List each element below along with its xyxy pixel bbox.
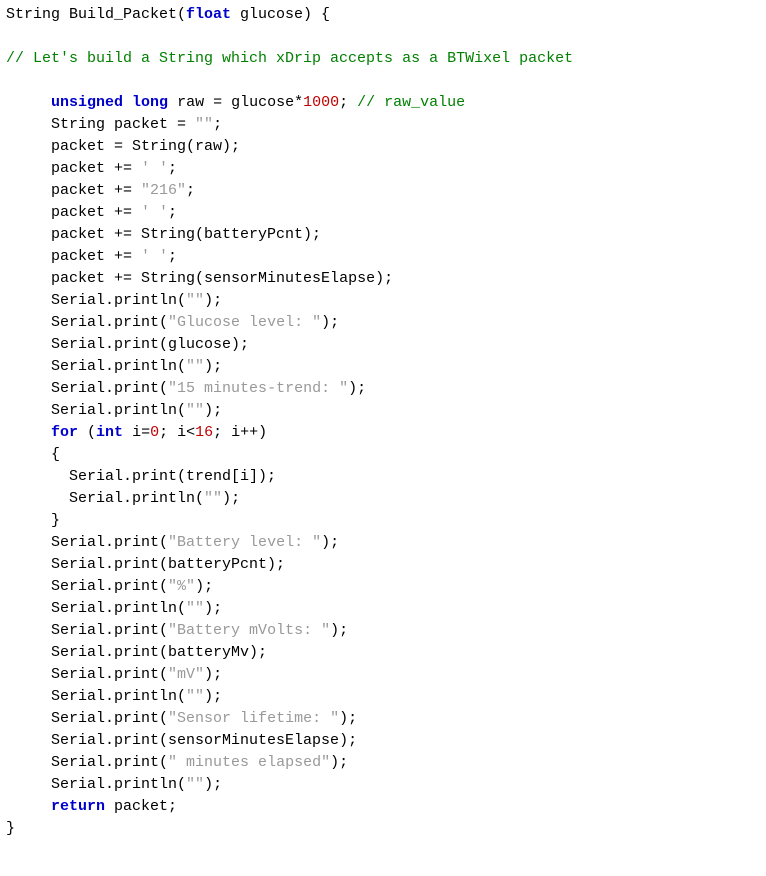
- code-text: Serial.println(: [51, 688, 186, 705]
- code-number: 1000: [303, 94, 339, 111]
- code-text: Serial.println(: [69, 490, 204, 507]
- code-text: );: [204, 688, 222, 705]
- code-text: ;: [168, 160, 177, 177]
- code-string: "": [186, 688, 204, 705]
- code-text: Serial.print(glucose);: [51, 336, 249, 353]
- code-text: );: [330, 754, 348, 771]
- code-string: "": [186, 292, 204, 309]
- code-text: Serial.print(: [51, 314, 168, 331]
- code-string: "": [186, 600, 204, 617]
- code-block: String Build_Packet(float glucose) { // …: [0, 0, 766, 844]
- code-text: Serial.println(: [51, 358, 186, 375]
- code-text: packet += String(sensorMinutesElapse);: [51, 270, 393, 287]
- code-string: "216": [141, 182, 186, 199]
- code-text: packet;: [105, 798, 177, 815]
- code-text: ; i++): [213, 424, 267, 441]
- code-keyword: return: [51, 798, 105, 815]
- code-text: ;: [168, 248, 177, 265]
- code-text: Serial.print(: [51, 534, 168, 551]
- code-string: "%": [168, 578, 195, 595]
- code-string: "": [186, 776, 204, 793]
- code-text: Serial.print(: [51, 754, 168, 771]
- code-string: ' ': [141, 160, 168, 177]
- code-text: );: [339, 710, 357, 727]
- code-text: ; i<: [159, 424, 195, 441]
- code-string: "Battery level: ": [168, 534, 321, 551]
- code-comment: // raw_value: [357, 94, 465, 111]
- code-keyword: long: [132, 94, 168, 111]
- code-text: );: [204, 600, 222, 617]
- code-string: " minutes elapsed": [168, 754, 330, 771]
- code-text: Serial.println(: [51, 776, 186, 793]
- code-keyword: unsigned: [51, 94, 123, 111]
- code-text: packet +=: [51, 160, 141, 177]
- code-text: Serial.print(batteryPcnt);: [51, 556, 285, 573]
- code-text: }: [6, 820, 15, 837]
- code-text: packet = String(raw);: [51, 138, 240, 155]
- code-text: );: [204, 292, 222, 309]
- code-text: }: [51, 512, 60, 529]
- code-text: Serial.println(: [51, 292, 186, 309]
- code-string: "mV": [168, 666, 204, 683]
- code-text: Serial.print(trend[i]);: [69, 468, 276, 485]
- code-text: );: [204, 776, 222, 793]
- code-comment: // Let's build a String which xDrip acce…: [6, 50, 573, 67]
- code-text: );: [222, 490, 240, 507]
- code-string: "15 minutes-trend: ": [168, 380, 348, 397]
- code-text: Serial.print(: [51, 622, 168, 639]
- code-keyword: float: [186, 6, 231, 23]
- code-text: ;: [186, 182, 195, 199]
- code-text: packet +=: [51, 248, 141, 265]
- code-text: ;: [213, 116, 222, 133]
- code-text: Serial.print(sensorMinutesElapse);: [51, 732, 357, 749]
- code-text: packet +=: [51, 182, 141, 199]
- code-string: ' ': [141, 248, 168, 265]
- code-number: 16: [195, 424, 213, 441]
- code-string: ' ': [141, 204, 168, 221]
- code-text: ;: [168, 204, 177, 221]
- code-string: "Battery mVolts: ": [168, 622, 330, 639]
- code-text: Serial.print(: [51, 380, 168, 397]
- code-text: packet +=: [51, 204, 141, 221]
- code-text: Serial.println(: [51, 402, 186, 419]
- code-text: );: [321, 534, 339, 551]
- code-string: "Glucose level: ": [168, 314, 321, 331]
- code-text: );: [204, 402, 222, 419]
- code-text: (: [78, 424, 96, 441]
- code-text: i=: [123, 424, 150, 441]
- code-text: Serial.print(: [51, 666, 168, 683]
- code-text: ;: [339, 94, 357, 111]
- code-text: String Build_Packet(: [6, 6, 186, 23]
- code-text: packet += String(batteryPcnt);: [51, 226, 321, 243]
- code-text: glucose) {: [231, 6, 330, 23]
- code-string: "": [186, 402, 204, 419]
- code-text: Serial.print(: [51, 578, 168, 595]
- code-string: "": [204, 490, 222, 507]
- code-keyword: int: [96, 424, 123, 441]
- code-string: "": [186, 358, 204, 375]
- code-text: );: [321, 314, 339, 331]
- code-text: {: [51, 446, 60, 463]
- code-text: Serial.print(batteryMv);: [51, 644, 267, 661]
- code-text: [123, 94, 132, 111]
- code-string: "Sensor lifetime: ": [168, 710, 339, 727]
- code-text: );: [330, 622, 348, 639]
- code-keyword: for: [51, 424, 78, 441]
- code-number: 0: [150, 424, 159, 441]
- code-text: );: [204, 666, 222, 683]
- code-text: raw = glucose*: [168, 94, 303, 111]
- code-text: );: [204, 358, 222, 375]
- code-text: Serial.println(: [51, 600, 186, 617]
- code-text: );: [348, 380, 366, 397]
- code-text: Serial.print(: [51, 710, 168, 727]
- code-string: "": [195, 116, 213, 133]
- code-text: );: [195, 578, 213, 595]
- code-text: String packet =: [51, 116, 195, 133]
